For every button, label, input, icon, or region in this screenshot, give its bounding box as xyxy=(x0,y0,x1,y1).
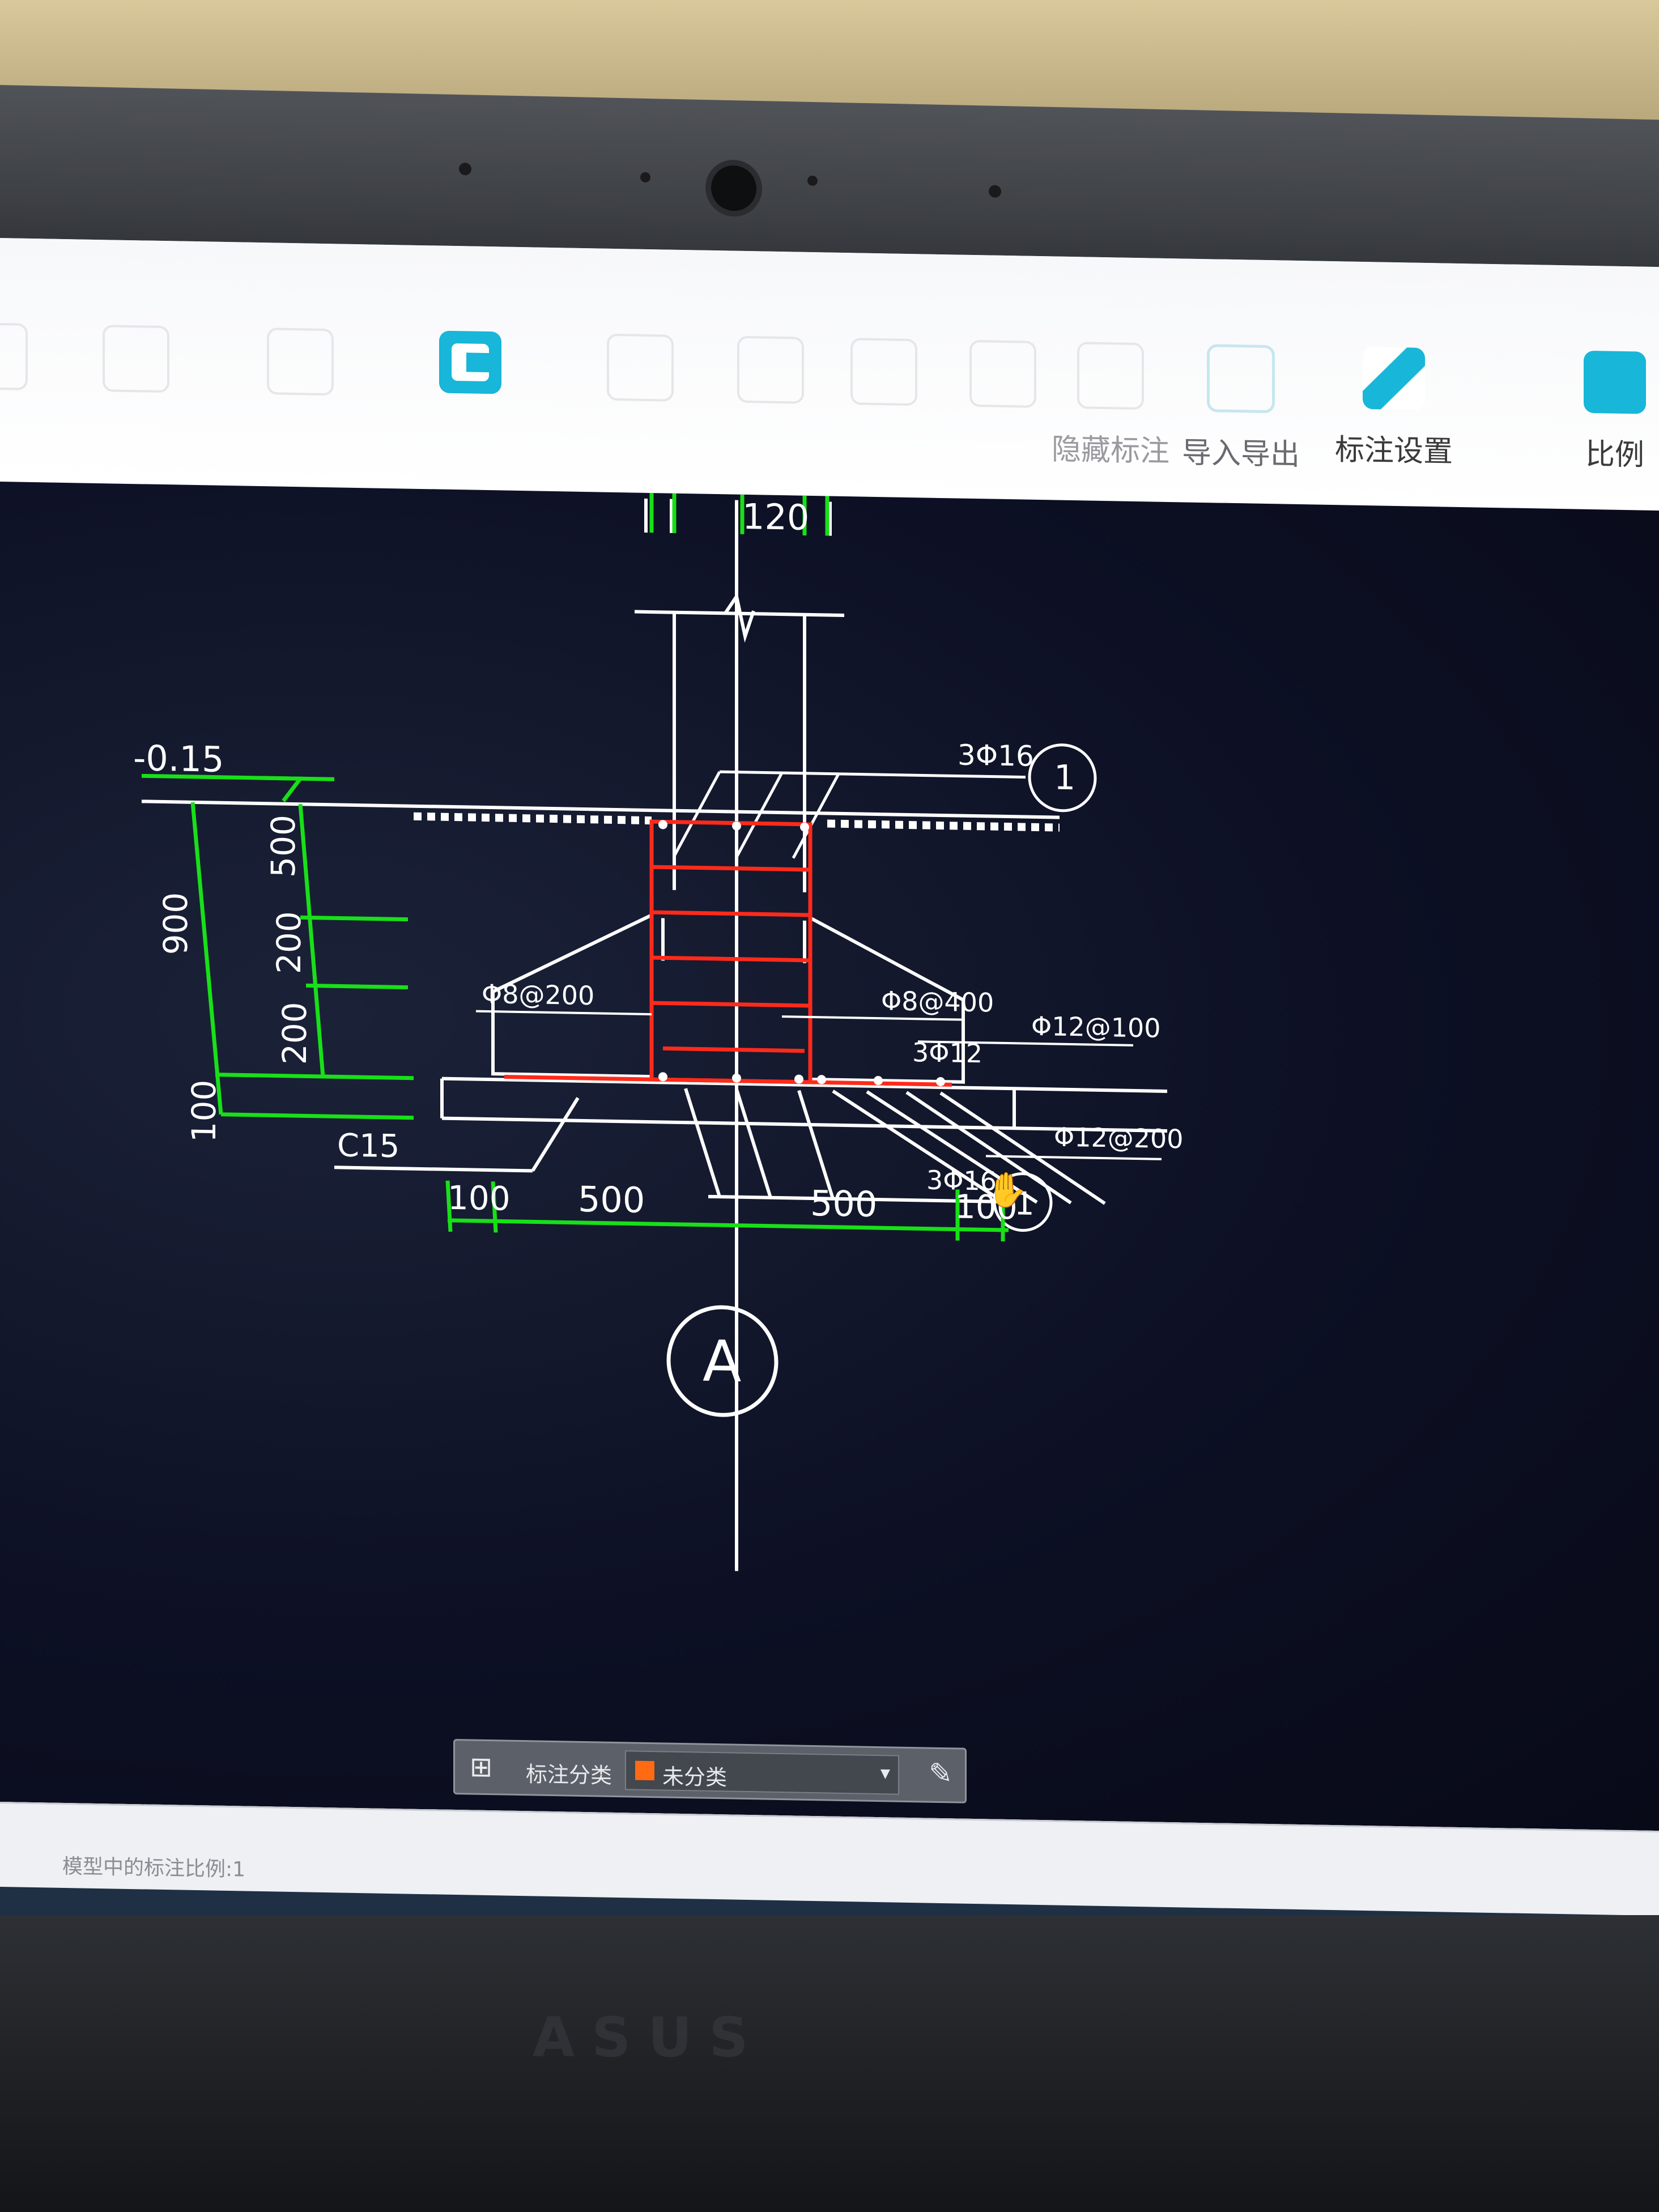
tool-icon xyxy=(1077,342,1144,410)
ribbon-toolbar: 隐藏标注 导入导出 标注设置 比例 xyxy=(0,238,1659,512)
dim-100-left: 100 xyxy=(448,1179,511,1218)
tool-label xyxy=(62,408,210,411)
tool-label: 比例 xyxy=(1585,437,1644,473)
import-export-icon xyxy=(1207,344,1275,414)
category-selected-value: 未分类 xyxy=(662,1764,728,1790)
pencil-gear-icon xyxy=(1363,346,1425,410)
dim-100-vertical: 100 xyxy=(185,1079,223,1143)
dim-500-left: 500 xyxy=(578,1179,645,1221)
rebar-cage xyxy=(504,819,952,1087)
tool-label xyxy=(227,411,374,414)
laptop-screen: 隐藏标注 导入导出 标注设置 比例 3Φ16 1 Φ8@200 Φ8@400 Φ… xyxy=(0,238,1659,1945)
tool-button-3[interactable] xyxy=(227,327,374,414)
annotation-category-bar: ⊞ 标注分类 未分类 ▾ ✎ xyxy=(453,1738,967,1803)
dim-200-lower: 200 xyxy=(275,1002,314,1065)
annotation-settings-button[interactable]: 标注设置 xyxy=(1320,346,1467,471)
tool-icon xyxy=(0,322,28,390)
import-export-button[interactable]: 导入导出 xyxy=(1167,343,1315,474)
stirrup-left-label: Φ8@200 xyxy=(482,979,594,1011)
tool-label xyxy=(0,406,68,409)
tool-label xyxy=(397,409,544,412)
dim-top-label: 120 xyxy=(742,496,809,538)
edit-icon[interactable]: ✎ xyxy=(929,1757,952,1790)
bezel-dot xyxy=(989,185,1001,198)
elevation-label: -0.15 xyxy=(133,737,224,780)
scale-button[interactable]: 比例 xyxy=(1541,350,1659,474)
laptop-bezel-bottom: ASUS xyxy=(0,1915,1659,2212)
ruler-icon xyxy=(1584,350,1646,414)
foundation-section-drawing: 3Φ16 1 Φ8@200 Φ8@400 Φ12@100 3Φ12 Φ12@20… xyxy=(133,493,1184,1571)
tool-icon xyxy=(737,335,804,404)
bezel-dot xyxy=(807,175,818,186)
rebar-dots xyxy=(658,820,945,1086)
tool-icon xyxy=(267,327,334,396)
top-bar-label: 3Φ16 xyxy=(958,739,1034,773)
brand-logo: ASUS xyxy=(533,2006,765,2069)
concrete-grade-label: C15 xyxy=(337,1127,399,1165)
tool-label: 导入导出 xyxy=(1181,436,1300,473)
bezel-dot xyxy=(640,172,650,183)
tool-icon xyxy=(607,333,674,402)
cad-canvas[interactable]: 3Φ16 1 Φ8@200 Φ8@400 Φ12@100 3Φ12 Φ12@20… xyxy=(0,482,1659,1831)
mesh-lower-label: Φ12@200 xyxy=(1054,1121,1184,1154)
category-label: 标注分类 xyxy=(526,1762,612,1788)
dim-500-right: 500 xyxy=(810,1182,877,1225)
grid-icon[interactable]: ⊞ xyxy=(470,1751,492,1783)
dim-900: 900 xyxy=(156,892,195,955)
tool-button-1[interactable] xyxy=(0,322,68,409)
tool-button-9[interactable]: 隐藏标注 xyxy=(1037,341,1184,470)
category-select[interactable]: 未分类 ▾ xyxy=(625,1750,899,1795)
tool-label: 标注设置 xyxy=(1334,433,1453,469)
tool-icon xyxy=(103,325,169,393)
chevron-down-icon: ▾ xyxy=(880,1762,890,1785)
webcam-lens xyxy=(705,159,762,218)
bezel-dot xyxy=(459,162,471,176)
category-color-swatch xyxy=(635,1760,654,1781)
tool-button-2[interactable] xyxy=(62,324,210,411)
tool-icon xyxy=(850,338,917,406)
c-brand-icon xyxy=(439,330,501,394)
hand-cursor-icon: ✋ xyxy=(986,1170,1028,1210)
tool-icon xyxy=(969,339,1036,408)
dim-200-upper: 200 xyxy=(270,911,308,975)
annotation-scale-status: 模型中的标注比例:1 xyxy=(62,1854,246,1882)
stirrup-right-label: Φ8@400 xyxy=(881,985,994,1018)
axis-label: A xyxy=(703,1328,741,1395)
tool-button-4[interactable] xyxy=(397,330,544,412)
tool-label xyxy=(567,416,714,419)
tool-button-5[interactable] xyxy=(567,333,714,419)
tool-label: 隐藏标注 xyxy=(1051,432,1169,469)
beam-bar-label: 3Φ12 xyxy=(912,1037,982,1069)
mesh-upper-label: Φ12@100 xyxy=(1031,1011,1161,1044)
section-marker-top: 1 xyxy=(1054,758,1075,798)
dim-500-vertical: 500 xyxy=(264,814,303,878)
